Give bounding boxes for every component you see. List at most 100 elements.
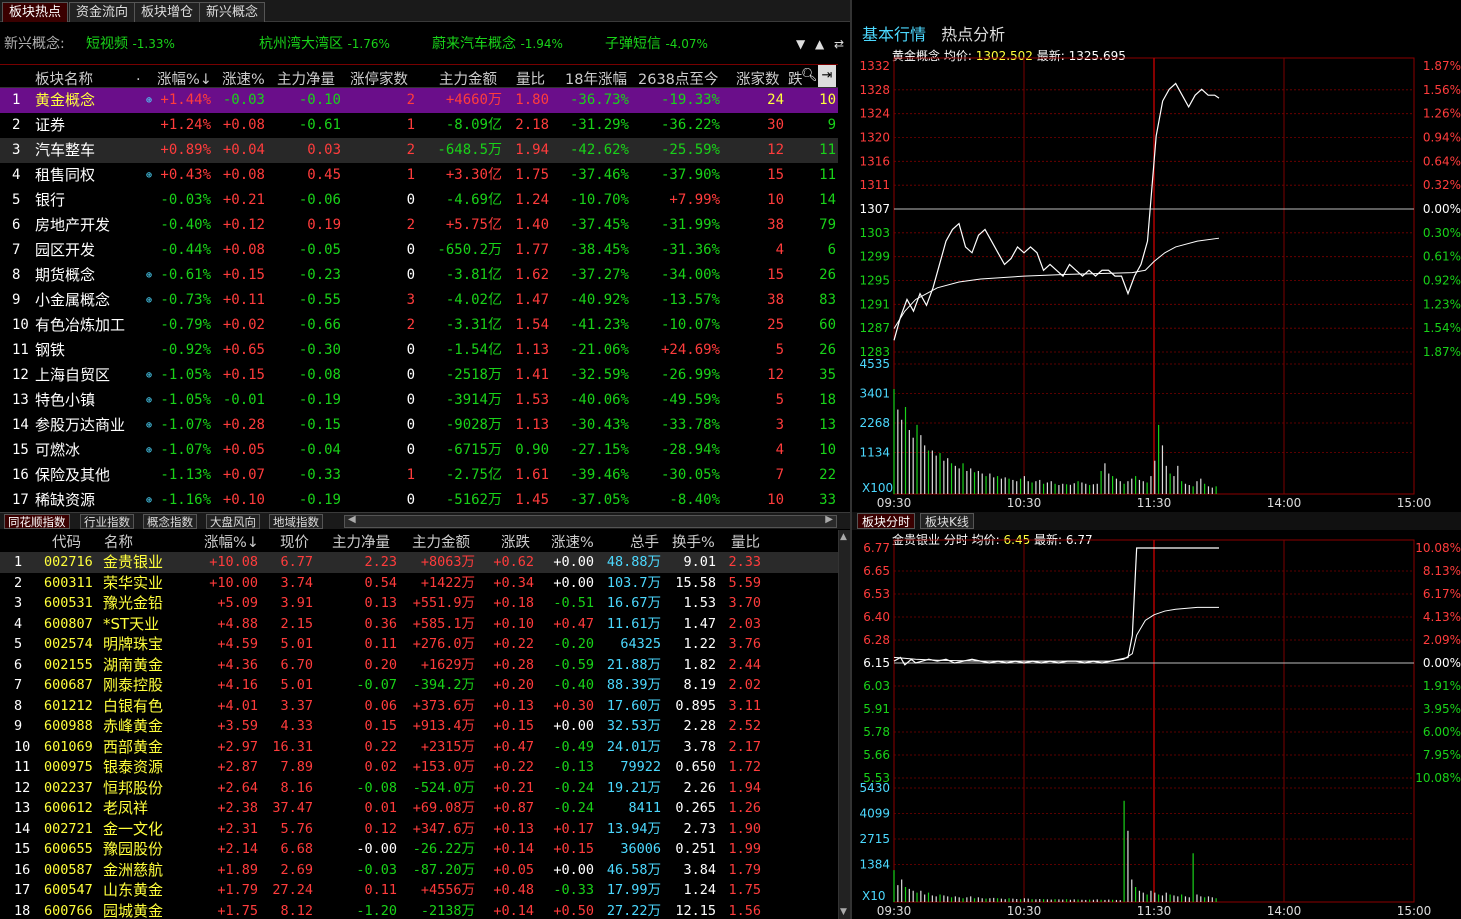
sector-row[interactable]: 15 可燃冰 -1.07% +0.05 -0.04 0 -6715万 0.90 -27.15% -… <box>0 438 838 463</box>
col-diff[interactable]: 涨跌 <box>501 531 530 552</box>
col-change-pct[interactable]: 涨幅%↓ <box>204 531 259 552</box>
stock-row[interactable]: 8 601212 白银有色 +4.01 3.37 0.06 +373.6万 +0.13 +0.3… <box>0 696 838 717</box>
col-total-vol[interactable]: 总手 <box>630 531 659 552</box>
sector-row[interactable]: 17 稀缺资源 -1.16% +0.10 -0.19 0 -5162万 1.45 -37.05%… <box>0 488 838 513</box>
stock-row[interactable]: 18 600766 园城黄金 +1.75 8.12 -1.20 -2138万 +0.14 +0.… <box>0 901 838 919</box>
pct-tick-label: 0.30% <box>1423 226 1461 240</box>
info-icon[interactable]: ⊕ <box>146 488 152 513</box>
sector-row[interactable]: 4 租售同权 +0.43% +0.08 0.45 1 +3.30亿 1.75 -37.46% -3… <box>0 163 838 188</box>
stock-row[interactable]: 12 002237 恒邦股份 +2.64 8.16 -0.08 -524.0万 +0.21 -0… <box>0 778 838 799</box>
sector-row[interactable]: 16 保险及其他 -1.13% +0.07 -0.33 1 -2.75亿 1.61 -39.46… <box>0 463 838 488</box>
sector-row[interactable]: 12 上海自贸区 -1.05% +0.15 -0.08 0 -2518万 1.41 -32.59… <box>0 363 838 388</box>
col-sector-name[interactable]: 板块名称 <box>35 68 93 89</box>
scroll-down-icon[interactable]: ▼ <box>796 30 805 58</box>
sector-row[interactable]: 3 汽车整车 +0.89% +0.04 0.03 2 -648.5万 1.94 -42.62% -… <box>0 138 838 163</box>
info-icon[interactable]: ⊕ <box>146 413 152 438</box>
tab-sector-increase[interactable]: 板块增仓 <box>134 2 201 22</box>
info-icon[interactable]: ⊕ <box>146 363 152 388</box>
stock-row[interactable]: 16 000587 金洲慈航 +1.89 2.69 -0.03 -87.20万 +0.05 +0… <box>0 860 838 881</box>
col-change-pct[interactable]: 涨幅%↓ <box>157 68 212 89</box>
scroll-down-icon[interactable]: ▼ <box>840 907 847 917</box>
ticker-item[interactable]: 杭州湾大湾区 -1.76% <box>259 30 390 58</box>
stock-row[interactable]: 5 002574 明牌珠宝 +4.59 5.01 0.11 +276.0万 +0.22 -0.2… <box>0 634 838 655</box>
info-icon[interactable]: ⊕ <box>146 438 152 463</box>
tab-sector-kline[interactable]: 板块K线 <box>920 513 974 529</box>
col-vol-ratio[interactable]: 量比 <box>731 531 760 552</box>
tab-sector-intraday[interactable]: 板块分时 <box>857 513 916 529</box>
stock-row[interactable]: 6 002155 湖南黄金 +4.36 6.70 0.20 +1629万 +0.28 -0.59… <box>0 655 838 676</box>
scroll-right-icon[interactable]: ▶ <box>825 514 833 525</box>
info-icon[interactable]: ⊕ <box>146 88 152 113</box>
col-vol-ratio[interactable]: 量比 <box>516 68 545 89</box>
col-net-vol[interactable]: 主力净量 <box>332 531 390 552</box>
col-2018-change[interactable]: 18年涨幅 <box>565 68 627 89</box>
horizontal-scrollbar[interactable]: ◀ ▶ <box>344 514 837 528</box>
sector-row[interactable]: 7 园区开发 -0.44% +0.08 -0.05 0 -650.2万 1.77 -38.45%… <box>0 238 838 263</box>
sector-row[interactable]: 13 特色小镇 -1.05% -0.01 -0.19 0 -3914万 1.53 -40.06%… <box>0 388 838 413</box>
sector-intraday-chart[interactable]: 黄金概念 均价: 1302.502 最新: 1325.6951332 1.87% 1… <box>852 46 1461 512</box>
stock-row[interactable]: 1 002716 金贵银业 +10.08 6.77 2.23 +8063万 +0.62 +0.0… <box>0 552 838 573</box>
info-icon[interactable]: ⊕ <box>146 288 152 313</box>
col-limit-up[interactable]: 涨停家数 <box>350 68 408 89</box>
sector-row[interactable]: 14 参股万达商业 -1.07% +0.28 -0.15 0 -9028万 1.13 -30.4… <box>0 413 838 438</box>
col-up-count[interactable]: 涨家数 <box>736 68 780 89</box>
switch-icon[interactable]: ⇄ <box>834 30 844 58</box>
col-code[interactable]: 代码 <box>52 531 81 552</box>
info-icon[interactable]: ⊕ <box>146 388 152 413</box>
info-icon[interactable]: ⊕ <box>146 263 152 288</box>
sector-row[interactable]: 10 有色冶炼加工 -0.79% +0.02 -0.66 2 -3.31亿 1.54 -41.2… <box>0 313 838 338</box>
col-speed[interactable]: 涨速% <box>551 531 594 552</box>
stock-row[interactable]: 4 600807 *ST天业 +4.88 2.15 0.36 +585.1万 +0.10 +0.… <box>0 614 838 635</box>
ticker-item[interactable]: 蔚来汽车概念 -1.94% <box>432 30 563 58</box>
col-main-amount[interactable]: 主力金额 <box>412 531 470 552</box>
stock-row[interactable]: 14 002721 金一文化 +2.31 5.76 0.12 +347.6万 +0.13 +0.… <box>0 819 838 840</box>
col-net-vol[interactable]: 主力净量 <box>277 68 335 89</box>
col-main-amount[interactable]: 主力金额 <box>439 68 497 89</box>
sector-row[interactable]: 9 小金属概念 -0.73% +0.11 -0.55 3 -4.02亿 1.47 -40.92%… <box>0 288 838 313</box>
sector-row[interactable]: 1 黄金概念 +1.44% -0.03 -0.10 2 +4660万 1.80 -36.73% -… <box>0 88 838 113</box>
stock-row[interactable]: 3 600531 豫光金铅 +5.09 3.91 0.13 +551.9万 +0.18 -0.5… <box>0 593 838 614</box>
sector-row[interactable]: 6 房地产开发 -0.40% +0.12 0.19 2 +5.75亿 1.40 -37.45% -… <box>0 213 838 238</box>
col-price[interactable]: 现价 <box>280 531 309 552</box>
sector-row[interactable]: 8 期货概念 -0.61% +0.15 -0.23 0 -3.81亿 1.62 -37.27% -… <box>0 263 838 288</box>
stock-row[interactable]: 13 600612 老凤祥 +2.38 37.47 0.01 +69.08万 +0.87 -0.… <box>0 798 838 819</box>
tab-industry-index[interactable]: 行业指数 <box>80 514 134 529</box>
tab-region-index[interactable]: 地域指数 <box>269 514 323 529</box>
price: 3.91 <box>280 595 313 611</box>
info-icon[interactable]: ⊕ <box>146 163 152 188</box>
ticker-item[interactable]: 子弹短信 -4.07% <box>605 30 708 58</box>
stock-row[interactable]: 11 000975 银泰资源 +2.87 7.89 0.02 +153.0万 +0.22 -0.… <box>0 757 838 778</box>
net-volume: 0.01 <box>364 800 397 816</box>
change-pct: -0.92% <box>160 342 211 358</box>
stock-row[interactable]: 9 600988 赤峰黄金 +3.59 4.33 0.15 +913.4万 +0.15 +0.0… <box>0 716 838 737</box>
scroll-left-icon[interactable]: ◀ <box>348 514 356 525</box>
stock-row[interactable]: 15 600655 豫园股份 +2.14 6.68 -0.00 -26.22万 +0.14 +0… <box>0 839 838 860</box>
col-speed[interactable]: 涨速% <box>222 68 265 89</box>
tab-hot-analysis[interactable]: 热点分析 <box>941 25 1005 44</box>
scroll-up-icon[interactable]: ▲ <box>815 30 824 58</box>
sector-row[interactable]: 5 银行 -0.03% +0.21 -0.06 0 -4.69亿 1.24 -10.70% +7.… <box>0 188 838 213</box>
tab-ths-index[interactable]: 同花顺指数 <box>4 514 70 529</box>
vertical-scrollbar[interactable]: ▲ ▼ <box>838 530 850 919</box>
ticker-item[interactable]: 短视频 -1.33% <box>86 30 175 58</box>
sector-row[interactable]: 11 钢铁 -0.92% +0.65 -0.30 0 -1.54亿 1.13 -21.06% +2… <box>0 338 838 363</box>
col-name[interactable]: 名称 <box>104 531 133 552</box>
tab-concept-index[interactable]: 概念指数 <box>143 514 197 529</box>
stock-intraday-chart[interactable]: 金贵银业 分时 均价: 6.45 最新: 6.776.77 10.08%6.65 8… <box>852 530 1461 919</box>
tab-sector-hot[interactable]: 板块热点 <box>2 2 69 22</box>
expand-icon[interactable]: ⇥ <box>818 65 836 87</box>
stock-row[interactable]: 2 600311 荣华实业 +10.00 3.74 0.54 +1422万 +0.34 +0.0… <box>0 573 838 594</box>
tab-basic-quote[interactable]: 基本行情 <box>862 25 926 44</box>
tab-capital-flow[interactable]: 资金流向 <box>69 2 136 22</box>
stock-row[interactable]: 7 600687 刚泰控股 +4.16 5.01 -0.07 -394.2万 +0.20 -0.… <box>0 675 838 696</box>
speed: -0.49 <box>553 738 594 755</box>
tab-market-direction[interactable]: 大盘风向 <box>206 514 260 529</box>
scroll-up-icon[interactable]: ▲ <box>840 532 847 542</box>
stock-row[interactable]: 17 600547 山东黄金 +1.79 27.24 0.11 +4556万 +0.48 -0.… <box>0 880 838 901</box>
col-since-2638[interactable]: 2638点至今 <box>638 68 718 89</box>
tab-new-concept[interactable]: 新兴概念 <box>199 2 266 22</box>
stock-row[interactable]: 10 601069 西部黄金 +2.97 16.31 0.22 +2315万 +0.47 -0.… <box>0 737 838 758</box>
sector-row[interactable]: 2 证券 +1.24% +0.08 -0.61 1 -8.09亿 2.18 -31.29% -36… <box>0 113 838 138</box>
search-icon[interactable]: 🔍︎ <box>801 68 818 83</box>
col-turnover[interactable]: 换手% <box>672 531 715 552</box>
